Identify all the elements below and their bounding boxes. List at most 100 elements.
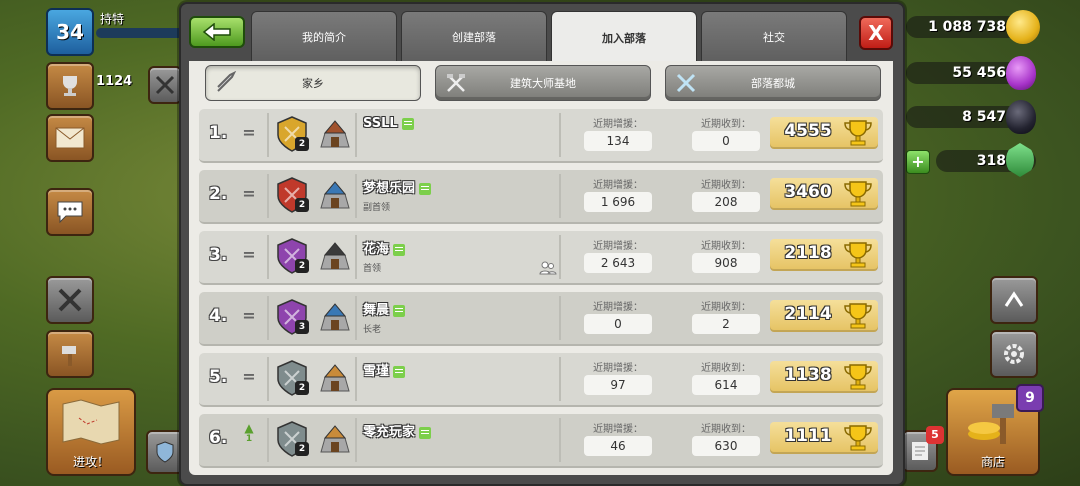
received-label: 近期收到：	[701, 424, 751, 435]
member-name-text: 雪瑾	[363, 364, 390, 379]
trophy-icon	[844, 303, 872, 329]
clan-war-button[interactable]	[46, 276, 94, 324]
member-role: 首领	[363, 264, 382, 274]
subtab-label: 建筑大师基地	[510, 77, 576, 90]
tab-social[interactable]: 社交	[701, 11, 847, 63]
member-name[interactable]: 舞晨	[363, 299, 406, 318]
close-button[interactable]: X	[859, 16, 893, 50]
divider	[267, 296, 269, 340]
clan-panel: 家乡 建筑大师基地 部落都城 1. = 2 SSLL 近期增援： 134 近期收…	[189, 61, 893, 475]
divider	[355, 296, 357, 340]
received-label: 近期收到：	[701, 241, 751, 252]
subtab-clan-capital[interactable]: 部落都城	[665, 65, 881, 101]
member-name[interactable]: 梦想乐园	[363, 177, 432, 196]
received-value: 2	[692, 314, 760, 334]
member-trophies: 2114	[770, 300, 878, 332]
divider	[559, 418, 561, 462]
league-tier: 2	[295, 198, 309, 212]
crossed-swords-icon	[676, 73, 696, 93]
player-level-badge[interactable]: 34	[46, 8, 94, 56]
map-icon	[62, 399, 120, 445]
friend-icon	[539, 261, 557, 275]
divider	[267, 235, 269, 279]
arrow-left-icon	[202, 23, 231, 41]
member-trophies: 2118	[770, 239, 878, 271]
shop-button[interactable]: 商店 9	[946, 384, 1044, 476]
add-gems-button[interactable]: +	[906, 150, 930, 174]
tab-create-clan[interactable]: 创建部落	[401, 11, 547, 63]
divider	[267, 113, 269, 157]
member-trophies: 3460	[770, 178, 878, 210]
member-row[interactable]: 5. = 2 雪瑾 近期增援： 97 近期收到： 614 1138	[199, 353, 883, 407]
divider	[559, 113, 561, 157]
gold-icon	[1006, 10, 1040, 44]
donated-value: 2 643	[584, 253, 652, 273]
received-value: 0	[692, 131, 760, 151]
rank-change: =	[239, 123, 259, 142]
trophy-value: 4555	[784, 121, 832, 141]
member-row[interactable]: 6. ▲ 1 2 零充玩家 近期增援： 46 近期收到： 630 1111	[199, 414, 883, 468]
member-row[interactable]: 1. = 2 SSLL 近期增援： 134 近期收到： 0 4555	[199, 109, 883, 163]
member-row[interactable]: 3. = 2 花海 首领 近期增援： 2 643 近期收到： 908 2118	[199, 231, 883, 285]
rank-change-symbol: ▲	[244, 421, 254, 435]
donated-value: 46	[584, 436, 652, 456]
member-name-text: 零充玩家	[363, 425, 416, 440]
member-row[interactable]: 2. = 2 梦想乐园 副首领 近期增援： 1 696 近期收到： 208 34…	[199, 170, 883, 224]
rank-change: =	[239, 245, 259, 264]
switch-base-button[interactable]	[990, 276, 1038, 324]
divider	[559, 235, 561, 279]
dark-elixir-icon	[1006, 100, 1036, 134]
tab-profile[interactable]: 我的简介	[251, 11, 397, 63]
donated-label: 近期增援：	[593, 424, 643, 435]
member-name[interactable]: 雪瑾	[363, 360, 406, 379]
xp-bar	[96, 28, 186, 38]
chat-icon	[419, 426, 432, 439]
chat-icon	[393, 365, 406, 378]
received-value: 208	[692, 192, 760, 212]
donated-value: 0	[584, 314, 652, 334]
hammer-icon	[62, 346, 76, 366]
donated-value: 1 696	[584, 192, 652, 212]
member-trophies: 1111	[770, 422, 878, 454]
envelope-icon	[55, 127, 85, 149]
member-name[interactable]: SSLL	[363, 116, 414, 131]
rank-change: =	[239, 306, 259, 325]
chat-icon	[393, 243, 406, 256]
member-name-text: SSLL	[363, 116, 398, 131]
member-name[interactable]: 零充玩家	[363, 421, 432, 440]
town-hall-icon	[320, 364, 350, 392]
member-role: 副首领	[363, 203, 391, 213]
divider	[559, 174, 561, 218]
member-trophies: 4555	[770, 117, 878, 149]
town-hall-icon	[320, 425, 350, 453]
tab-join-clan[interactable]: 加入部落	[551, 11, 697, 65]
received-label: 近期收到：	[701, 119, 751, 130]
trophy-icon	[844, 364, 872, 390]
divider	[267, 174, 269, 218]
settings-button[interactable]	[990, 330, 1038, 378]
donated-label: 近期增援：	[593, 363, 643, 374]
member-name[interactable]: 花海	[363, 238, 406, 257]
member-row[interactable]: 4. = 3 舞晨 长老 近期增援： 0 近期收到： 2 2114	[199, 292, 883, 346]
builder-button[interactable]	[46, 330, 94, 378]
rank-change-symbol: =	[242, 245, 256, 264]
town-hall-icon	[320, 181, 350, 209]
back-button[interactable]	[189, 16, 245, 48]
war-button[interactable]	[148, 66, 182, 104]
trophy-button[interactable]	[46, 62, 94, 110]
league-tier: 2	[295, 381, 309, 395]
received-label: 近期收到：	[701, 302, 751, 313]
subtab-builder-base[interactable]: 建筑大师基地	[435, 65, 651, 101]
subtab-home-village[interactable]: 家乡	[205, 65, 421, 101]
trophy-icon	[63, 76, 77, 96]
chat-icon	[401, 117, 414, 130]
news-button[interactable]: 5	[902, 426, 944, 472]
elixir-icon	[1006, 56, 1036, 90]
chat-button[interactable]	[46, 188, 94, 236]
mail-button[interactable]	[46, 114, 94, 162]
donated-value: 134	[584, 131, 652, 151]
attack-label: 进攻！	[72, 455, 109, 469]
attack-button[interactable]: 进攻！	[46, 388, 136, 476]
trophy-value: 3460	[784, 182, 832, 202]
rank-change: ▲ 1	[239, 421, 259, 444]
